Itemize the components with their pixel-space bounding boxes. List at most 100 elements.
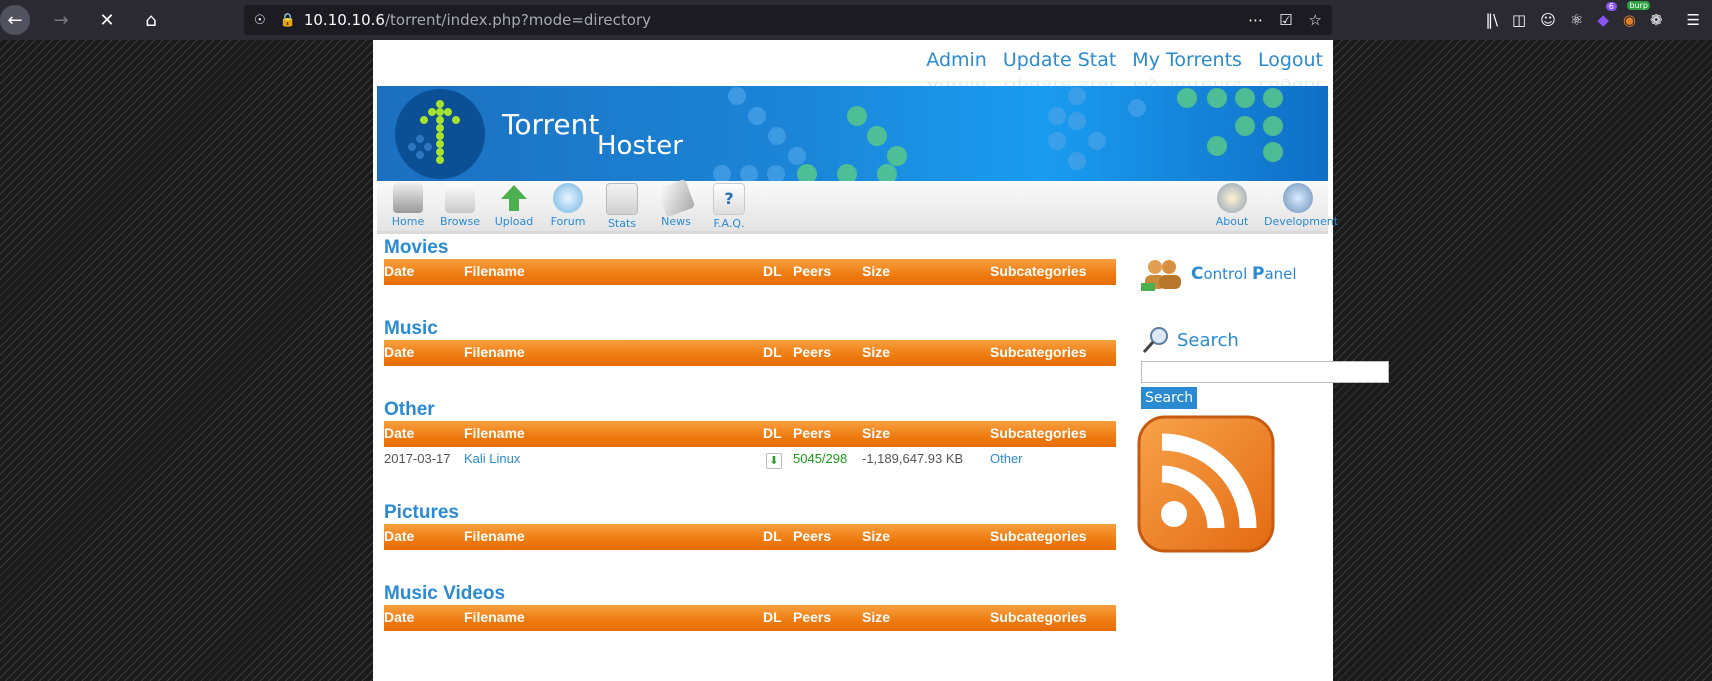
stop-button[interactable]: ✕ [90,3,124,37]
col-size: Size [862,344,891,360]
col-peers: Peers [793,609,832,625]
control-panel-initial: C [1191,264,1204,284]
iconbar-forum[interactable]: Forum [543,183,593,228]
iconbar-about[interactable]: About [1207,183,1257,228]
rss-feed-icon[interactable] [1136,414,1276,554]
account-icon[interactable]: ☺ [1540,11,1556,29]
table-header: Date Filename DL Peers Size Subcategorie… [384,605,1116,631]
col-filename: Filename [464,344,525,360]
extension-badge-count: 6 [1605,2,1617,11]
search-button[interactable]: Search [1141,387,1198,409]
sidebar-icon[interactable]: ◫ [1512,11,1526,29]
iconbar-upload[interactable]: Upload [489,183,539,228]
shield-icon: ☉ [254,12,266,28]
forward-button[interactable]: → [44,3,78,37]
browse-icon [445,183,475,213]
category-title[interactable]: Other [384,399,1116,421]
iconbar-label: Upload [494,215,534,228]
search-heading: Search [1141,325,1239,355]
torrent-link[interactable]: Kali Linux [464,451,520,466]
col-size: Size [862,609,891,625]
table-header: Date Filename DL Peers Size Subcategorie… [384,259,1116,285]
url-bar[interactable]: ☉ 🔒 10.10.10.6/torrent/index.php?mode=di… [244,5,1332,35]
back-button[interactable]: ← [0,5,30,35]
col-date: Date [384,344,415,360]
menu-icon[interactable]: ☰ [1687,11,1700,29]
users-icon [1141,260,1181,291]
subcategory-link[interactable]: Other [990,451,1023,466]
url-host: 10.10.10.6 [303,11,385,29]
site-banner: Torrent Hoster [377,86,1328,181]
burp-extension-button[interactable]: ◉ burp [1622,1,1650,29]
more-icon[interactable]: ⋯ [1248,11,1263,29]
control-panel-link[interactable]: Control Panel [1141,257,1297,291]
url-path: /torrent/index.php?mode=directory [384,11,652,29]
col-subcategories: Subcategories [990,425,1087,441]
bookmark-star-icon[interactable]: ☆ [1309,11,1322,29]
col-peers: Peers [793,425,832,441]
table-header: Date Filename DL Peers Size Subcategorie… [384,524,1116,550]
category-title[interactable]: Music [384,318,1116,340]
upload-icon [501,185,527,211]
iconbar-label: News [661,215,691,228]
iconbar-browse[interactable]: Browse [435,183,485,228]
table-row: 2017-03-17 Kali Linux ⬇ 5045/298 -1,189,… [384,447,1116,469]
col-peers: Peers [793,528,832,544]
iconbar-label: F.A.Q. [713,217,745,230]
category-other: Other Date Filename DL Peers Size Subcat… [384,399,1116,469]
col-filename: Filename [464,528,525,544]
iconbar-faq[interactable]: ? F.A.Q. [704,183,754,230]
col-peers: Peers [793,263,832,279]
category-title[interactable]: Music Videos [384,583,1116,605]
close-icon: ✕ [99,9,115,31]
page-container: Admin Update Stat My Torrents Logout Adm… [373,40,1389,681]
col-dl: DL [763,528,782,544]
nav-admin-link[interactable]: Admin [926,49,987,71]
iconbar-news[interactable]: News [651,178,701,228]
iconbar-home[interactable]: Home [383,183,433,228]
nav-my-torrents-link[interactable]: My Torrents [1132,49,1242,71]
news-icon [656,178,696,218]
extension-icon[interactable]: ⚛ [1570,11,1583,29]
col-subcategories: Subcategories [990,263,1087,279]
col-date: Date [384,425,415,441]
row-size: -1,189,647.93 KB [862,451,964,466]
col-dl: DL [763,344,782,360]
col-date: Date [384,528,415,544]
search-input[interactable] [1141,361,1389,383]
col-peers: Peers [793,344,832,360]
stats-icon [606,183,638,215]
col-dl: DL [763,609,782,625]
cookie-icon[interactable]: ❁ [1650,11,1663,29]
iconbar-stats[interactable]: Stats [597,183,647,230]
nav-update-stat-link[interactable]: Update Stat [1003,49,1116,71]
home-button[interactable]: ⌂ [134,3,168,37]
puzzle-icon: ◆ [1597,11,1609,29]
library-icon[interactable]: ‖\ [1485,11,1498,29]
category-title[interactable]: Pictures [384,502,1116,524]
extension-badge-button[interactable]: ◆ 6 [1597,2,1617,29]
row-date: 2017-03-17 [384,451,451,466]
col-filename: Filename [464,263,525,279]
category-movies: Movies Date Filename DL Peers Size Subca… [384,237,1116,285]
forum-icon [553,183,583,213]
col-subcategories: Subcategories [990,609,1087,625]
control-panel-initial: P [1252,264,1265,284]
burp-icon: ◉ [1622,11,1636,29]
banner-decoration [713,87,1283,181]
pocket-icon[interactable]: ☑ [1279,11,1292,29]
col-date: Date [384,609,415,625]
nav-logout-link[interactable]: Logout [1258,49,1323,71]
col-size: Size [862,425,891,441]
category-pictures: Pictures Date Filename DL Peers Size Sub… [384,502,1116,550]
category-music: Music Date Filename DL Peers Size Subcat… [384,318,1116,366]
col-date: Date [384,263,415,279]
control-panel-text: ontrol [1203,265,1252,283]
col-filename: Filename [464,425,525,441]
home-icon [393,183,423,213]
iconbar-development[interactable]: Development [1264,183,1338,228]
burp-label: burp [1627,1,1650,10]
arrow-left-icon: ← [7,9,23,31]
download-icon[interactable]: ⬇ [766,453,782,469]
category-title[interactable]: Movies [384,237,1116,259]
